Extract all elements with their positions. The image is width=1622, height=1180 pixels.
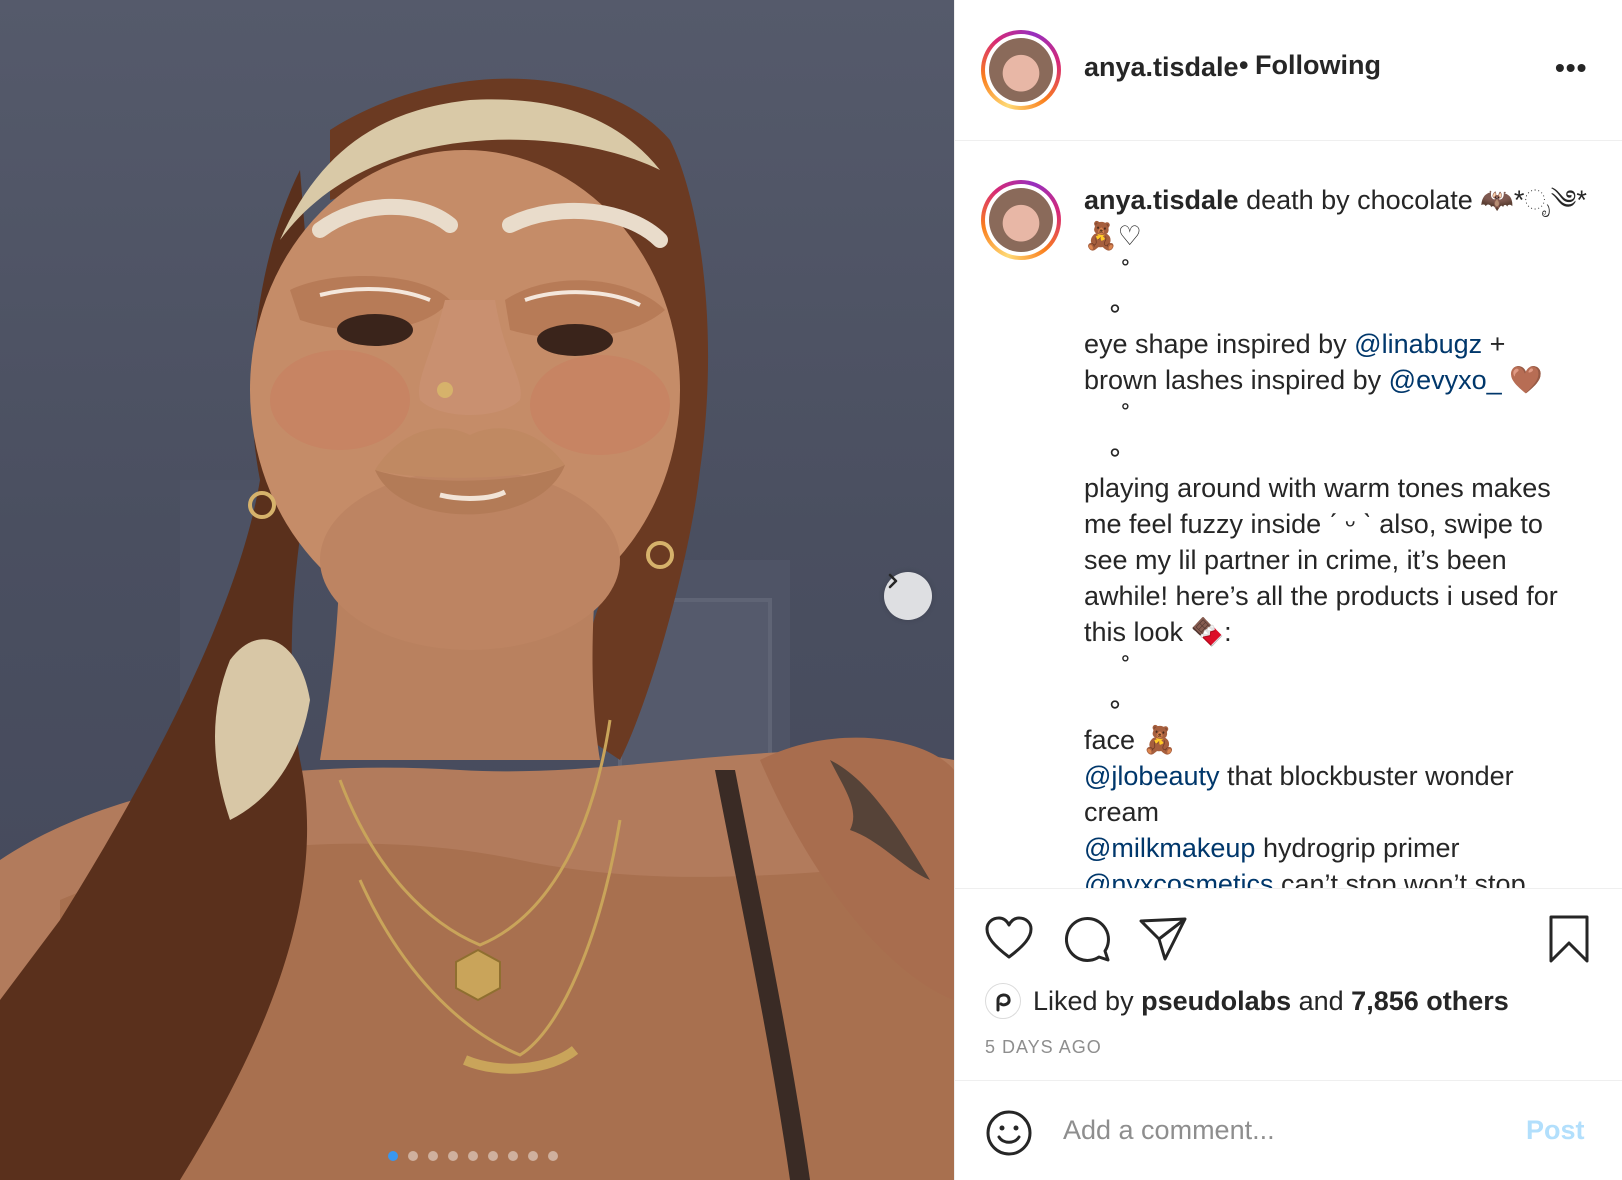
left-blush xyxy=(270,350,410,450)
mention-link[interactable]: @jlobeauty xyxy=(1084,761,1220,791)
post-header: anya.tisdale • Following ••• xyxy=(955,0,1622,141)
mention-link[interactable]: @milkmakeup xyxy=(1084,833,1255,863)
avatar-image xyxy=(989,188,1053,252)
post-side-panel: anya.tisdale • Following ••• anya.tisdal… xyxy=(954,0,1622,1180)
post-actions: Liked by pseudolabs and 7,856 others 5 D… xyxy=(955,888,1622,1080)
comment-input[interactable] xyxy=(1063,1105,1483,1155)
carousel-dot xyxy=(388,1151,398,1161)
carousel-dot xyxy=(508,1151,518,1161)
mention-link[interactable]: @nyxcosmetics xyxy=(1084,869,1273,888)
chevron-right-icon xyxy=(888,573,898,589)
caption-author-avatar[interactable] xyxy=(981,180,1061,260)
caption-area: anya.tisdale death by chocolate 🦇*ೃ༄* 🧸♡… xyxy=(955,142,1622,888)
carousel-dot xyxy=(548,1151,558,1161)
liker-username[interactable]: pseudolabs xyxy=(1141,986,1291,1017)
author-username[interactable]: anya.tisdale xyxy=(1084,52,1239,83)
likes-summary: Liked by pseudolabs and 7,856 others xyxy=(985,981,1509,1021)
liker-logo-icon xyxy=(996,993,1011,1012)
caption-segment: hydrogrip primer xyxy=(1262,833,1460,863)
like-button[interactable] xyxy=(983,913,1035,965)
caption-segment: 🤎 ˚ ∘ playing around with warm tones mak… xyxy=(1084,365,1558,755)
carousel-dot xyxy=(428,1151,438,1161)
carousel-indicator xyxy=(388,1151,558,1161)
bookmark-icon xyxy=(1549,915,1589,963)
likes-count[interactable]: 7,856 others xyxy=(1351,986,1509,1017)
caption-username[interactable]: anya.tisdale xyxy=(1084,185,1239,215)
liker-avatar[interactable] xyxy=(985,983,1021,1019)
comment-icon xyxy=(1064,916,1110,962)
left-eye xyxy=(337,314,413,346)
carousel-next-button[interactable] xyxy=(884,572,932,620)
share-button[interactable] xyxy=(1137,913,1189,965)
share-icon xyxy=(1139,917,1187,961)
post-photo-illustration xyxy=(0,78,954,1180)
avatar-image xyxy=(989,38,1053,102)
nose-ring xyxy=(437,382,453,398)
mention-link[interactable]: @evyxo_ xyxy=(1389,365,1502,395)
carousel-dot xyxy=(468,1151,478,1161)
emoji-button[interactable] xyxy=(985,1109,1033,1157)
more-options-button[interactable]: ••• xyxy=(1555,52,1587,84)
separator-dot: • xyxy=(1239,50,1249,80)
caption-text: anya.tisdale death by chocolate 🦇*ೃ༄* 🧸♡… xyxy=(1084,182,1589,888)
mention-link[interactable]: @linabugz xyxy=(1354,329,1482,359)
carousel-dot xyxy=(528,1151,538,1161)
comment-button[interactable] xyxy=(1061,913,1113,965)
heart-icon xyxy=(985,916,1033,959)
follow-status-button[interactable]: Following xyxy=(1255,50,1381,81)
smiley-icon xyxy=(986,1110,1032,1156)
right-blush xyxy=(530,355,670,455)
likes-prefix: Liked by xyxy=(1033,985,1142,1016)
carousel-dot xyxy=(408,1151,418,1161)
carousel-dot xyxy=(448,1151,458,1161)
post-comment-button[interactable]: Post xyxy=(1526,1115,1585,1146)
author-avatar[interactable] xyxy=(981,30,1061,110)
post-timestamp[interactable]: 5 DAYS AGO xyxy=(985,1037,1102,1058)
post-photo[interactable] xyxy=(0,0,954,1180)
likes-middle: and xyxy=(1291,985,1352,1016)
right-eye xyxy=(537,324,613,356)
save-button[interactable] xyxy=(1543,913,1595,965)
carousel-dot xyxy=(488,1151,498,1161)
initial-pendant xyxy=(455,948,501,1002)
comment-bar: Post xyxy=(955,1080,1622,1180)
